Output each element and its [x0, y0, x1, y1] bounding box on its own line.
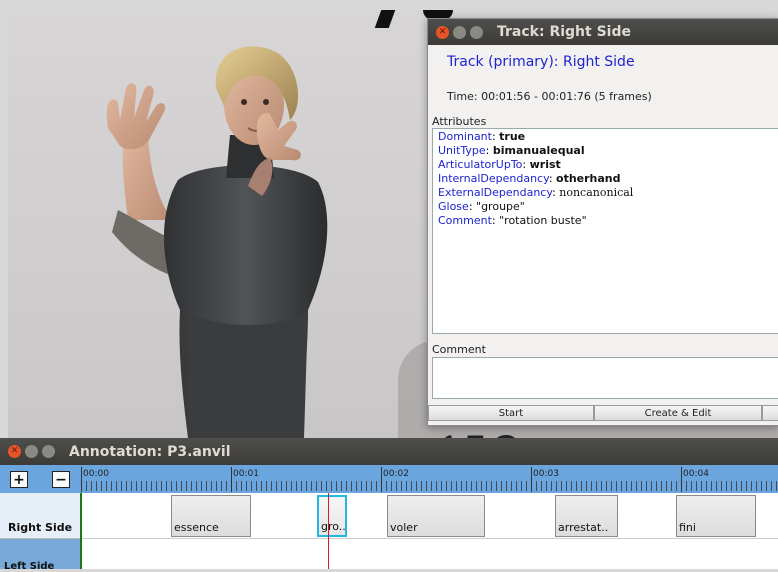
maximize-icon[interactable]	[42, 445, 55, 458]
ruler-label: 00:01	[233, 469, 259, 479]
time-ruler[interactable]: 00:00 00:01 00:02 00:03 00:04	[81, 467, 778, 492]
ruler-major-tick	[681, 467, 682, 492]
track-window-titlebar[interactable]: ✕ Track: Right Side	[428, 19, 778, 45]
minimize-icon[interactable]	[453, 25, 466, 39]
track-lane-left-side[interactable]	[82, 539, 778, 569]
attribute-value: wrist	[529, 158, 561, 171]
track-time: Time: 00:01:56 - 00:01:76 (5 frames)	[447, 90, 652, 103]
track-lane-right-side[interactable]: essence gro.. voler arrestat.. fini	[82, 493, 778, 539]
annotation-window-titlebar[interactable]: ✕ Annotation: P3.anvil	[0, 438, 778, 465]
attribute-row: Dominant: true	[438, 130, 526, 143]
ruler-label: 00:00	[83, 469, 109, 479]
attribute-row: ArticulatorUpTo: wrist	[438, 158, 561, 171]
attribute-row: Comment: "rotation buste"	[438, 214, 587, 227]
attribute-key: InternalDependancy	[438, 172, 549, 185]
ruler-label: 00:03	[533, 469, 559, 479]
playhead[interactable]	[328, 493, 329, 569]
element-label: voler	[390, 521, 418, 534]
zoom-out-button[interactable]: −	[52, 471, 70, 488]
comment-textarea[interactable]	[432, 357, 778, 399]
attributes-panel[interactable]: Dominant: true UnitType: bimanualequal A…	[432, 128, 778, 334]
annotation-window: ✕ Annotation: P3.anvil + − 00:00 00:01 0…	[0, 438, 778, 572]
close-icon[interactable]: ✕	[8, 445, 21, 458]
start-button[interactable]: Start	[428, 405, 594, 421]
attribute-value: "rotation buste"	[499, 214, 587, 227]
ruler-major-tick	[231, 467, 232, 492]
ruler-major-tick	[531, 467, 532, 492]
ruler-major-tick	[381, 467, 382, 492]
comment-caption: Comment	[432, 343, 486, 356]
attribute-row: Glose: "groupe"	[438, 200, 525, 213]
track-label-text: Right Side	[8, 521, 73, 534]
attribute-row: ExternalDependancy: noncanonical	[438, 186, 634, 199]
attribute-key: Glose	[438, 200, 469, 213]
maximize-icon[interactable]	[470, 25, 483, 39]
zoom-in-button[interactable]: +	[10, 471, 28, 488]
attribute-key: ArticulatorUpTo	[438, 158, 523, 171]
track-label-left-side[interactable]: Left Side	[0, 539, 80, 572]
annotation-element[interactable]: arrestat..	[555, 495, 618, 537]
annotation-element[interactable]: essence	[171, 495, 251, 537]
track-window-button-row: Start Create & Edit	[428, 405, 778, 421]
attribute-value: otherhand	[556, 172, 621, 185]
minimize-icon[interactable]	[25, 445, 38, 458]
attribute-value: true	[499, 130, 526, 143]
element-label: gro..	[321, 520, 346, 533]
track-window-title: Track: Right Side	[497, 24, 631, 40]
ruler-minor-ticks	[81, 481, 778, 491]
track-label-right-side[interactable]: Right Side	[0, 493, 80, 539]
attribute-row: UnitType: bimanualequal	[438, 144, 585, 157]
extra-button[interactable]	[762, 405, 778, 421]
attribute-value: "groupe"	[476, 200, 525, 213]
element-label: fini	[679, 521, 696, 534]
attribute-value: noncanonical	[559, 186, 634, 199]
track-label-text: Left Side	[4, 561, 55, 572]
track-label-column: Right Side Left Side	[0, 493, 80, 572]
ruler-label: 00:02	[383, 469, 409, 479]
track-heading: Track (primary): Right Side	[447, 54, 635, 70]
annotation-element-selected[interactable]: gro..	[317, 495, 347, 537]
close-icon[interactable]: ✕	[436, 25, 449, 39]
element-label: arrestat..	[558, 521, 609, 534]
create-edit-button[interactable]: Create & Edit	[594, 405, 762, 421]
annotation-window-title: Annotation: P3.anvil	[69, 443, 231, 460]
attribute-key: UnitType	[438, 144, 486, 157]
attribute-key: Dominant	[438, 130, 492, 143]
ruler-major-tick	[81, 467, 82, 492]
attribute-key: Comment	[438, 214, 492, 227]
annotation-element[interactable]: voler	[387, 495, 485, 537]
background-text-fragment: 15C	[438, 428, 523, 438]
attributes-caption: Attributes	[432, 115, 487, 128]
ruler-label: 00:04	[683, 469, 709, 479]
annotation-element[interactable]: fini	[676, 495, 756, 537]
track-area: Right Side Left Side essence gro.. voler…	[0, 493, 778, 572]
attribute-row: InternalDependancy: otherhand	[438, 172, 621, 185]
track-window: ✕ Track: Right Side Track (primary): Rig…	[427, 18, 778, 426]
element-label: essence	[174, 521, 219, 534]
attribute-value: bimanualequal	[492, 144, 585, 157]
attribute-key: ExternalDependancy	[438, 186, 553, 199]
